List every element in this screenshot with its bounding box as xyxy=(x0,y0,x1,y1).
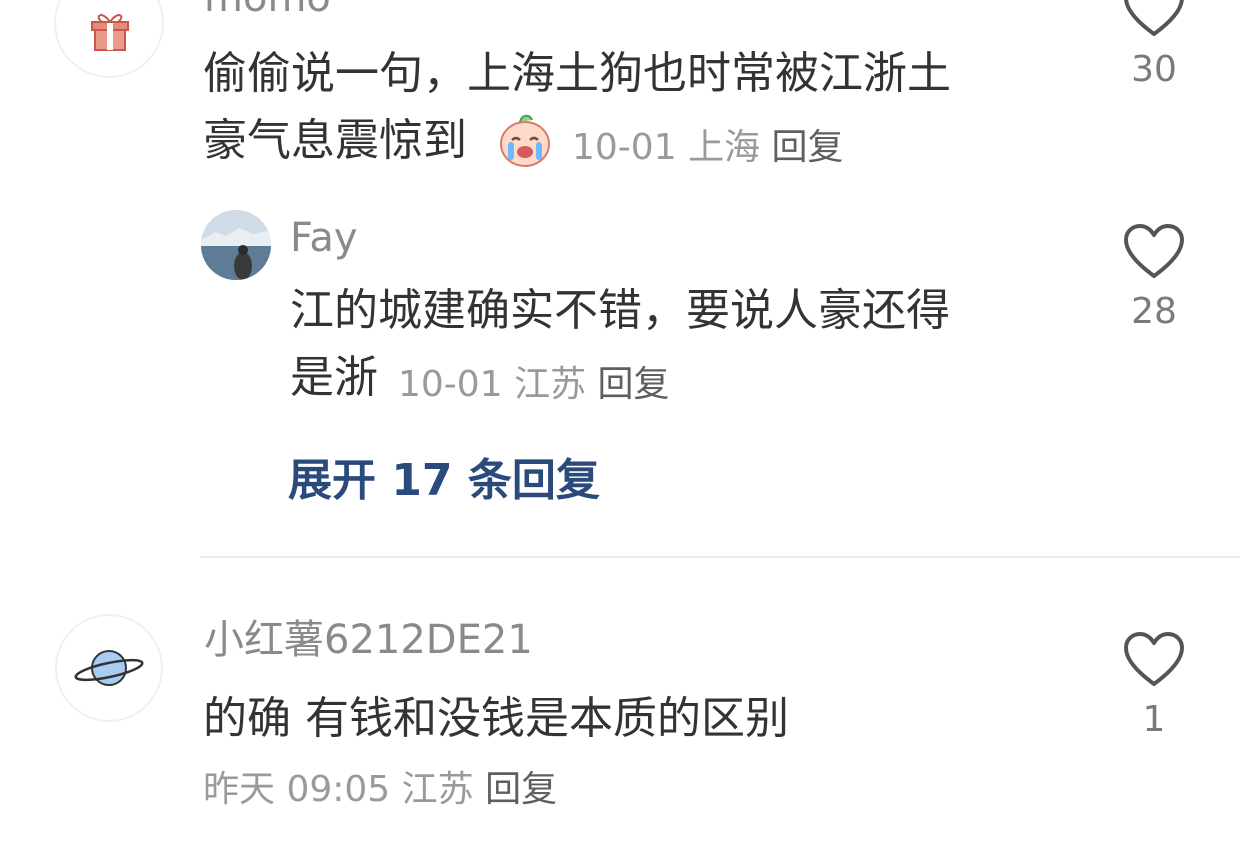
reply-text-line: 江的城建确实不错，要说人豪还得 xyxy=(290,285,950,336)
reply-text-segment: 是浙 xyxy=(290,352,378,403)
reply-meta: 10-01 江苏 回复 xyxy=(398,355,670,407)
comment-date: 10-01 xyxy=(398,364,503,405)
heart-icon[interactable] xyxy=(1122,0,1186,44)
gift-icon xyxy=(86,6,134,58)
like-control[interactable]: 30 xyxy=(1114,0,1194,88)
comment-text-line: 豪气息震惊到 xyxy=(203,110,467,172)
comment-text-segment: 豪气息震惊到 xyxy=(203,115,467,166)
reply-username[interactable]: Fay xyxy=(290,218,358,258)
comment-location: 上海 xyxy=(688,127,761,168)
like-count: 28 xyxy=(1131,291,1177,332)
comment-date: 昨天 09:05 xyxy=(203,769,391,810)
like-control[interactable]: 1 xyxy=(1114,630,1194,738)
heart-icon[interactable] xyxy=(1122,222,1186,286)
like-count: 1 xyxy=(1142,699,1166,740)
comment-username[interactable]: 小红薯6212DE21 xyxy=(204,620,533,660)
reply-button[interactable]: 回复 xyxy=(772,127,844,168)
heart-icon[interactable] xyxy=(1122,630,1186,694)
comment-username[interactable]: momo xyxy=(204,0,331,18)
crying-peach-emoji-icon xyxy=(496,110,554,172)
comment-text-line: 的确 有钱和没钱是本质的区别 xyxy=(203,693,789,744)
avatar[interactable] xyxy=(201,210,271,280)
comment-meta: 10-01 上海 回复 xyxy=(572,118,844,170)
like-control[interactable]: 28 xyxy=(1114,222,1194,330)
like-count: 30 xyxy=(1131,49,1177,90)
planet-icon xyxy=(73,644,145,696)
reply-button[interactable]: 回复 xyxy=(598,364,670,405)
comment-list: momo 偷偷说一句，上海土狗也时常被江浙土 豪气息震惊到 10-01 上海 回… xyxy=(0,0,1240,858)
comment-date: 10-01 xyxy=(572,127,677,168)
avatar[interactable] xyxy=(54,0,164,78)
reply-text-line: 是浙 xyxy=(290,347,378,409)
comment-location: 江苏 xyxy=(401,769,474,810)
comment-text-line: 偷偷说一句，上海土狗也时常被江浙土 xyxy=(203,48,951,99)
avatar[interactable] xyxy=(55,614,163,722)
photo-avatar xyxy=(201,210,271,280)
divider xyxy=(200,556,1240,558)
expand-replies-link[interactable]: 展开 17 条回复 xyxy=(288,444,600,508)
comment-location: 江苏 xyxy=(514,364,587,405)
reply-button[interactable]: 回复 xyxy=(485,769,557,810)
comment-meta: 昨天 09:05 江苏 回复 xyxy=(203,760,557,812)
